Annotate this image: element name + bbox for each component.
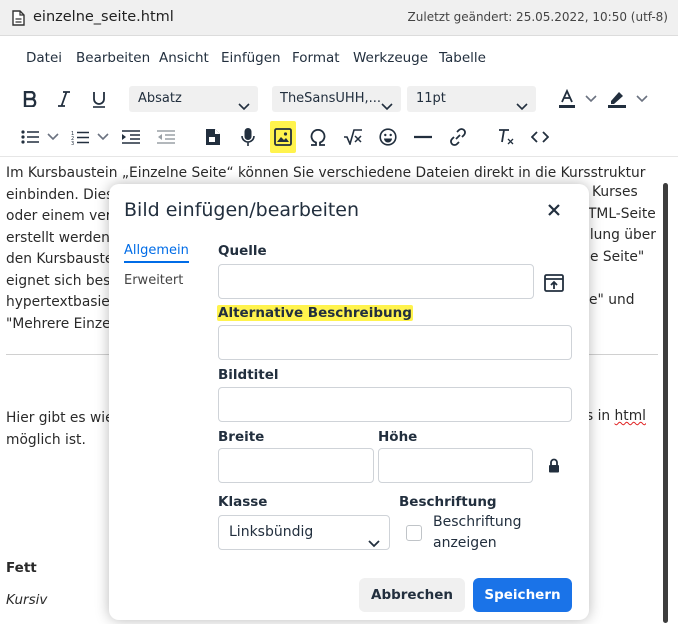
doc-para2-right-a: s in	[586, 408, 615, 424]
toolbar-row-2: 123	[0, 118, 678, 156]
doc-fragment-right: ilung über	[586, 227, 656, 243]
doc-fragment-right: e" und	[589, 292, 635, 308]
chevron-down-icon[interactable]	[95, 122, 111, 152]
template-icon[interactable]	[201, 122, 225, 152]
underline-icon[interactable]	[87, 84, 111, 114]
emoji-icon[interactable]	[376, 122, 400, 152]
height-input[interactable]	[378, 448, 533, 483]
italic-text: Kursiv	[6, 592, 48, 608]
source-code-icon[interactable]	[528, 122, 552, 152]
block-format-value: Absatz	[138, 91, 182, 106]
lock-icon[interactable]	[548, 458, 560, 477]
block-format-select[interactable]: Absatz	[129, 86, 258, 112]
bold-icon[interactable]	[18, 84, 42, 114]
chevron-down-icon	[368, 528, 380, 561]
width-input[interactable]	[218, 448, 374, 483]
file-icon	[12, 10, 25, 26]
microphone-icon[interactable]	[236, 122, 260, 152]
tab-allgemein[interactable]: Allgemein	[124, 243, 189, 263]
special-char-icon[interactable]	[306, 122, 330, 152]
chevron-down-icon[interactable]	[583, 84, 599, 114]
spellcheck-word: html	[614, 408, 646, 424]
toolbar-row-1: Absatz TheSansUHH,... 11pt	[0, 80, 678, 118]
doc-para2-line-1: Hier gibt es wie	[6, 410, 114, 426]
font-family-select[interactable]: TheSansUHH,...	[272, 86, 401, 112]
link-icon[interactable]	[446, 122, 470, 152]
text-color-icon[interactable]	[555, 84, 579, 114]
chevron-down-icon[interactable]	[634, 84, 650, 114]
source-input[interactable]	[218, 264, 534, 299]
svg-text:3: 3	[71, 141, 74, 145]
tab-erweitert[interactable]: Erweitert	[124, 273, 183, 288]
source-label: Quelle	[218, 243, 267, 259]
dialog-title: Bild einfügen/bearbeiten	[124, 199, 360, 221]
alt-text-input[interactable]	[218, 325, 572, 360]
image-title-label: Bildtitel	[218, 367, 279, 383]
bold-text: Fett	[6, 560, 37, 576]
menu-ansicht[interactable]: Ansicht	[159, 50, 209, 66]
menu-werkzeuge[interactable]: Werkzeuge	[353, 50, 428, 66]
browse-icon[interactable]	[542, 272, 566, 294]
caption-checkbox[interactable]	[406, 525, 422, 541]
font-size-select[interactable]: 11pt	[407, 86, 536, 112]
image-title-input[interactable]	[218, 387, 572, 422]
doc-para2-line-2: möglich ist.	[6, 431, 86, 448]
document-paragraph-2: Hier gibt es wie möglich ist.	[6, 408, 114, 451]
highlight-color-icon[interactable]	[605, 84, 629, 114]
save-button[interactable]: Speichern	[473, 578, 572, 612]
menu-format[interactable]: Format	[292, 50, 340, 66]
doc-line-1: Im Kursbaustein „Einzelne Seite“ können …	[6, 165, 646, 181]
indent-icon[interactable]	[119, 122, 143, 152]
close-icon[interactable]	[545, 201, 563, 219]
editor-scrollbar[interactable]	[660, 157, 672, 624]
doc-fragment-right: Kurses	[592, 184, 638, 200]
height-label: Höhe	[378, 429, 418, 445]
font-family-value: TheSansUHH,...	[280, 91, 382, 106]
scrollbar-thumb[interactable]	[663, 183, 668, 623]
numbered-list-icon[interactable]: 123	[68, 122, 92, 152]
image-icon[interactable]	[270, 121, 296, 153]
caption-label: Beschriftung	[399, 494, 497, 510]
class-select[interactable]: Linksbündig	[218, 515, 390, 550]
window-title-bar: einzelne_seite.html Zuletzt geändert: 25…	[0, 0, 678, 36]
doc-fragment-right: e Seite"	[590, 249, 645, 265]
font-size-value: 11pt	[416, 91, 446, 106]
last-modified-info: Zuletzt geändert: 25.05.2022, 10:50 (utf…	[407, 10, 668, 24]
cancel-button[interactable]: Abbrechen	[359, 578, 465, 612]
caption-checkbox-label[interactable]: Beschriftung anzeigen	[433, 512, 543, 554]
class-label: Klasse	[218, 494, 268, 510]
bullet-list-icon[interactable]	[18, 122, 42, 152]
menu-einfuegen[interactable]: Einfügen	[221, 50, 281, 66]
doc-para2-right: s in html	[586, 408, 646, 424]
doc-fragment-right: TML-Seite	[588, 206, 656, 222]
math-icon[interactable]	[341, 122, 365, 152]
menu-datei[interactable]: Datei	[26, 50, 62, 66]
alt-text-label: Alternative Beschreibung	[217, 305, 413, 321]
image-dialog: Bild einfügen/bearbeiten Allgemein Erwei…	[109, 184, 589, 620]
chevron-down-icon[interactable]	[45, 122, 61, 152]
class-select-value: Linksbündig	[229, 524, 314, 540]
outdent-icon[interactable]	[154, 122, 178, 152]
horizontal-line-icon[interactable]	[411, 122, 435, 152]
italic-icon[interactable]	[52, 84, 76, 114]
menu-bar: Datei Bearbeiten Ansicht Einfügen Format…	[0, 36, 678, 80]
file-name: einzelne_seite.html	[33, 9, 174, 25]
clear-format-icon[interactable]	[494, 122, 518, 152]
width-label: Breite	[218, 429, 265, 445]
menu-tabelle[interactable]: Tabelle	[439, 50, 486, 66]
menu-bearbeiten[interactable]: Bearbeiten	[76, 50, 150, 66]
